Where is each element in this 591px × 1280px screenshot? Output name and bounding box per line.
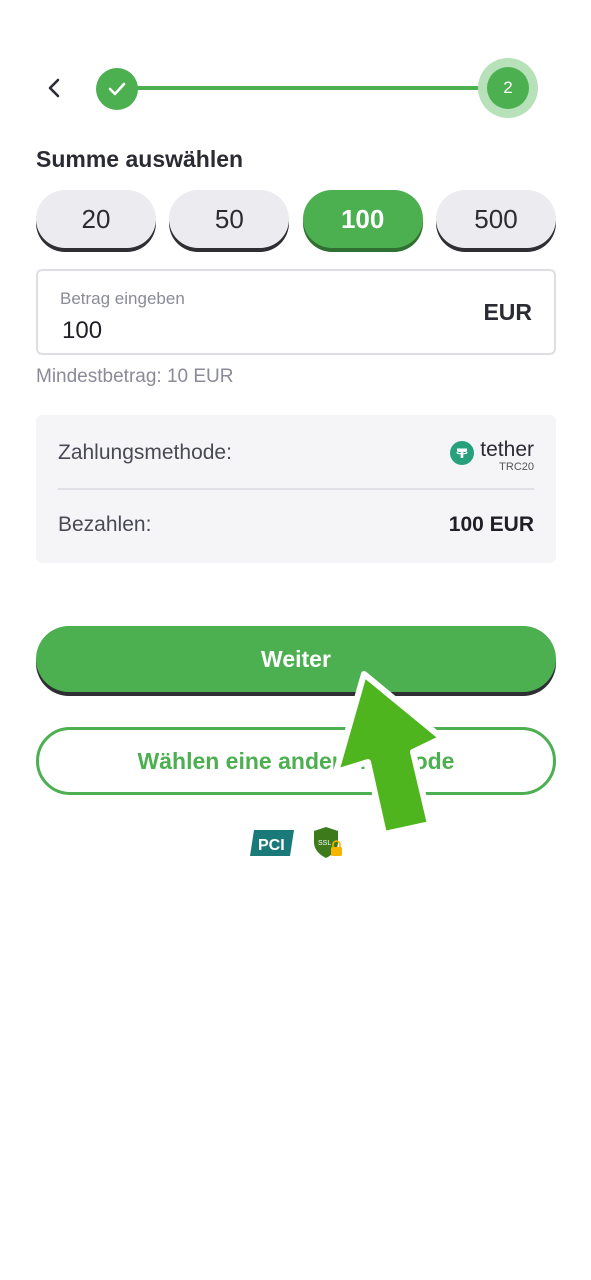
check-icon	[108, 82, 126, 96]
payment-method-name: tether	[480, 438, 534, 461]
pci-badge-icon: PCI	[250, 830, 294, 856]
tether-icon	[450, 441, 475, 465]
back-button[interactable]	[36, 70, 72, 106]
continue-button[interactable]: Weiter	[36, 626, 556, 692]
pointer-arrow-icon	[333, 671, 445, 837]
amount-chip-100[interactable]: 100	[302, 190, 423, 248]
choose-other-method-button[interactable]: Wählen eine andere Methode	[36, 727, 556, 795]
amount-chip-20[interactable]: 20	[36, 190, 156, 248]
pci-badge-text: PCI	[258, 837, 285, 854]
chevron-left-icon	[48, 78, 60, 98]
amount-input-label: Betrag eingeben	[60, 289, 185, 308]
amount-chip-500[interactable]: 500	[435, 190, 556, 248]
amount-chip-50[interactable]: 50	[169, 190, 290, 248]
pay-label: Bezahlen:	[58, 513, 152, 536]
payment-method-logo: tether TRC20	[450, 439, 534, 473]
amount-currency: EUR	[483, 299, 532, 325]
payment-summary: Zahlungsmethode: tether TRC20 Bezahlen: …	[36, 415, 556, 563]
min-amount-hint: Mindestbetrag: 10 EUR	[36, 366, 234, 387]
payment-method-network: TRC20	[499, 461, 534, 473]
pay-total: 100 EUR	[448, 513, 534, 536]
step-2-current: 2	[487, 67, 529, 109]
step-1-completed	[96, 68, 138, 110]
summary-divider	[58, 488, 534, 490]
amount-input[interactable]: Betrag eingeben 100 EUR	[36, 269, 556, 355]
section-title: Summe auswählen	[36, 146, 244, 172]
progress-stepper: 2	[96, 58, 538, 118]
amount-input-value[interactable]: 100	[62, 317, 102, 345]
payment-method-label: Zahlungsmethode:	[58, 441, 232, 464]
stepper-line	[116, 86, 508, 90]
amount-options: 20 50 100 500	[36, 190, 556, 248]
